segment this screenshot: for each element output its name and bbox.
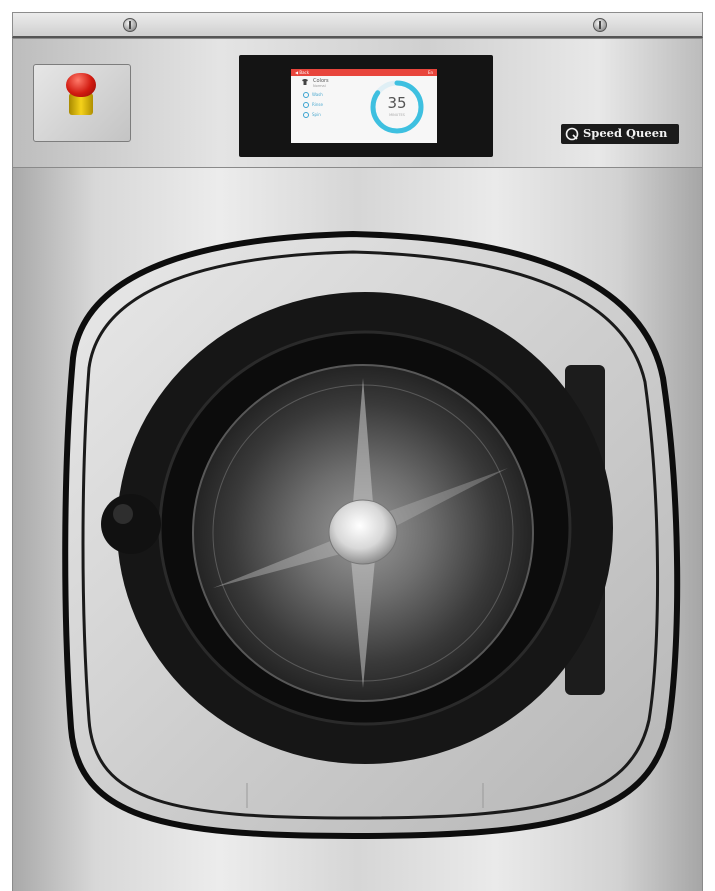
control-panel: ◀ Back En Colors Normal Wash Rinse Spin (12, 38, 703, 168)
door-assembly (62, 230, 681, 840)
shirt-icon (302, 79, 308, 85)
step-wash[interactable]: Wash (303, 92, 323, 98)
emergency-stop-housing (33, 64, 131, 142)
step-label: Rinse (312, 102, 323, 107)
spin-icon (303, 112, 309, 118)
brand-name: Speed Queen (583, 126, 668, 140)
language-button[interactable]: En (428, 69, 433, 76)
timer-unit: MINUTES (389, 113, 405, 117)
touch-screen[interactable]: ◀ Back En Colors Normal Wash Rinse Spin (291, 69, 437, 143)
door-handle[interactable] (101, 494, 161, 554)
wash-icon (303, 92, 309, 98)
emergency-stop-icon (66, 73, 96, 97)
emergency-stop-button[interactable] (66, 73, 96, 117)
screw-icon (123, 18, 137, 32)
brand-badge: Speed Queen (561, 124, 679, 144)
washer-front: ◀ Back En Colors Normal Wash Rinse Spin (0, 0, 715, 891)
screen-header: ◀ Back En (291, 69, 437, 76)
back-button[interactable]: ◀ Back (295, 69, 309, 76)
cycle-subtitle: Normal (313, 84, 326, 88)
drum-hub (328, 499, 398, 565)
top-panel (12, 12, 703, 38)
step-label: Wash (312, 92, 323, 97)
step-rinse[interactable]: Rinse (303, 102, 323, 108)
door-handle-highlight (113, 504, 133, 524)
rinse-icon (303, 102, 309, 108)
timer-value: 35 (387, 94, 407, 112)
front-cabinet (12, 168, 703, 891)
screw-icon (593, 18, 607, 32)
speed-queen-logo-icon (565, 127, 579, 141)
step-label: Spin (312, 112, 321, 117)
step-spin[interactable]: Spin (303, 112, 321, 118)
display-bezel: ◀ Back En Colors Normal Wash Rinse Spin (239, 55, 493, 157)
